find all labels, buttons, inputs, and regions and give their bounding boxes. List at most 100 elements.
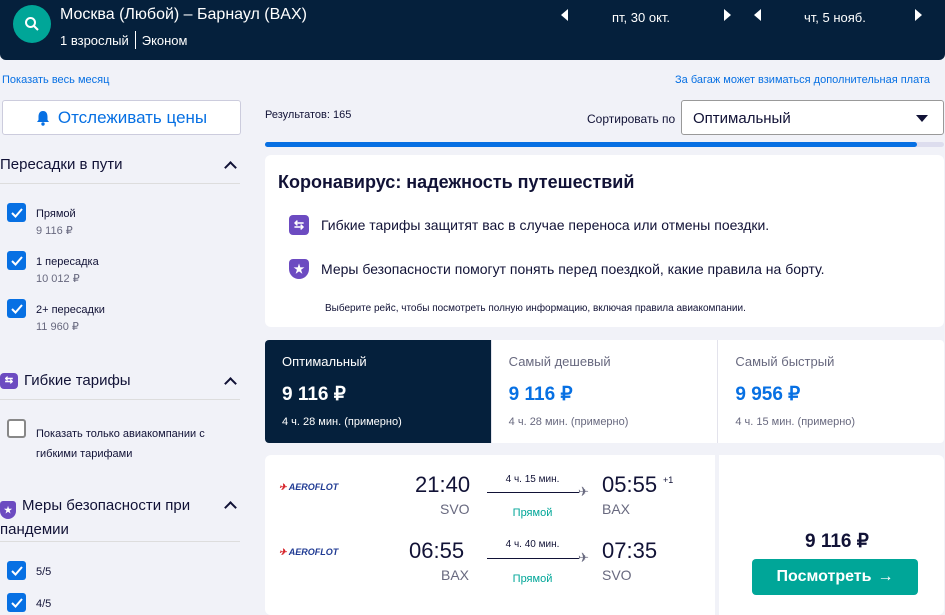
plane-icon: ✈ xyxy=(578,484,589,499)
stops-one-label: 1 пересадка xyxy=(36,256,99,268)
next-return-date-arrow-icon[interactable] xyxy=(915,9,922,21)
stops-two-plus-label: 2+ пересадки xyxy=(36,304,105,316)
sort-select[interactable]: Оптимальный xyxy=(681,100,944,135)
chevron-up-icon[interactable] xyxy=(224,161,237,174)
view-flight-label: Посмотреть xyxy=(776,568,872,585)
next-day-indicator: +1 xyxy=(663,475,674,485)
covid-note: Выберите рейс, чтобы посмотреть полную и… xyxy=(325,303,746,314)
flex-only-label: Показать только авиакомпании с гибкими т… xyxy=(36,428,205,460)
stops-one-checkbox[interactable] xyxy=(7,251,26,270)
tab-cheapest[interactable]: Самый дешевый 9 116 ₽ 4 ч. 28 мин. (прим… xyxy=(492,340,719,443)
flight-price: 9 116 ₽ xyxy=(805,531,869,552)
outbound-arr-time: 05:55 xyxy=(602,472,658,497)
progress-fill xyxy=(265,142,917,147)
covid-title: Коронавирус: надежность путешествий xyxy=(278,172,635,192)
flight-leg-line xyxy=(487,492,579,493)
sort-label: Сортировать по xyxy=(587,112,676,126)
stops-direct-price: 9 116 ₽ xyxy=(36,225,73,237)
airline-logo: ✈ AEROFLOT xyxy=(279,547,339,557)
outbound-arr-code: BAX xyxy=(602,501,631,517)
baggage-fee-link[interactable]: За багаж может взиматься дополнительная … xyxy=(675,74,930,86)
chevron-up-icon[interactable] xyxy=(224,377,237,390)
safety-filter-title[interactable]: ★ Меры безопасности при пандемии xyxy=(0,495,220,541)
passenger-cabin: 1 взрослый Эконом xyxy=(60,31,187,49)
tab-title: Самый дешевый xyxy=(508,354,611,369)
tab-price: 9 116 ₽ xyxy=(282,384,346,405)
divider xyxy=(0,541,240,542)
prev-depart-date-arrow-icon[interactable] xyxy=(561,9,568,21)
covid-safety-text: Меры безопасности помогут понять перед п… xyxy=(321,261,825,277)
plane-icon: ✈ xyxy=(578,550,589,565)
stops-one-price: 10 012 ₽ xyxy=(36,273,80,285)
sort-value: Оптимальный xyxy=(693,110,791,127)
flex-ticket-icon: ⇆ xyxy=(289,215,309,235)
depart-date[interactable]: пт, 30 окт. xyxy=(612,10,670,25)
inbound-dep-code: BAX xyxy=(441,567,470,583)
results-count: Результатов: 165 xyxy=(265,109,352,121)
next-depart-date-arrow-icon[interactable] xyxy=(724,9,731,21)
divider xyxy=(0,183,240,184)
divider xyxy=(134,31,136,49)
bell-icon xyxy=(36,110,49,126)
tab-best[interactable]: Оптимальный 9 116 ₽ 4 ч. 28 мин. (пример… xyxy=(265,340,492,443)
flight-result-card[interactable]: ✈ AEROFLOT 21:40 SVO 4 ч. 15 мин. ✈ Прям… xyxy=(265,455,715,615)
stops-direct-label: Прямой xyxy=(36,208,76,220)
cabin-text: Эконом xyxy=(141,32,188,48)
outbound-duration: 4 ч. 15 мин. xyxy=(505,474,560,485)
sort-tabs: Оптимальный 9 116 ₽ 4 ч. 28 мин. (пример… xyxy=(265,340,944,443)
tab-duration: 4 ч. 28 мин. (примерно) xyxy=(282,416,402,428)
flex-filter-title[interactable]: ⇆ Гибкие тарифы xyxy=(0,372,131,389)
safety-5-checkbox[interactable] xyxy=(7,561,26,580)
stops-two-plus-price: 11 960 ₽ xyxy=(36,321,79,333)
tab-price: 9 116 ₽ xyxy=(508,384,573,405)
route-title[interactable]: Москва (Любой) – Барнаул (BAX) xyxy=(60,6,307,24)
tab-title: Самый быстрый xyxy=(735,354,835,369)
inbound-arr-code: SVO xyxy=(602,567,632,583)
dropdown-caret-icon xyxy=(916,115,928,122)
loading-progress-bar xyxy=(265,142,944,147)
arrow-right-icon: → xyxy=(877,568,894,585)
inbound-stops: Прямой xyxy=(512,573,553,585)
airline-logo: ✈ AEROFLOT xyxy=(279,482,339,492)
outbound-dep-time: 21:40 xyxy=(415,472,471,497)
search-icon[interactable] xyxy=(13,5,51,43)
chevron-up-icon[interactable] xyxy=(224,501,237,514)
safety-filter-label: ★ Меры безопасности при пандемии xyxy=(0,497,191,538)
stops-filter-title[interactable]: Пересадки в пути xyxy=(0,156,123,173)
covid-safety-line: ★ Меры безопасности помогут понять перед… xyxy=(289,259,825,279)
safety-4-checkbox[interactable] xyxy=(7,593,26,612)
outbound-dep-code: SVO xyxy=(440,501,470,517)
stops-filter-label: Пересадки в пути xyxy=(0,156,123,173)
return-date[interactable]: чт, 5 нояб. xyxy=(804,10,866,25)
search-summary-bar[interactable]: Москва (Любой) – Барнаул (BAX) 1 взрослы… xyxy=(0,0,945,60)
outbound-stops: Прямой xyxy=(512,507,553,519)
inbound-dep-time: 06:55 xyxy=(409,538,465,563)
tab-fastest[interactable]: Самый быстрый 9 956 ₽ 4 ч. 15 мин. (прим… xyxy=(718,340,944,443)
track-prices-label: Отслеживать цены xyxy=(57,107,208,127)
shield-icon: ★ xyxy=(289,259,309,279)
flex-filter-label: Гибкие тарифы xyxy=(24,372,131,389)
safety-4-label: 4/5 xyxy=(36,598,52,610)
passengers-text: 1 взрослый xyxy=(60,32,129,48)
divider xyxy=(0,399,240,400)
covid-flex-line: ⇆ Гибкие тарифы защитят вас в случае пер… xyxy=(289,215,769,235)
view-flight-button[interactable]: Посмотреть → xyxy=(752,559,918,595)
tab-title: Оптимальный xyxy=(282,354,367,369)
tab-duration: 4 ч. 15 мин. (примерно) xyxy=(735,416,856,428)
shield-icon: ★ xyxy=(0,501,16,519)
safety-5-label: 5/5 xyxy=(36,566,52,578)
flex-only-checkbox[interactable] xyxy=(7,419,26,438)
show-month-link[interactable]: Показать весь месяц xyxy=(2,74,109,86)
prev-return-date-arrow-icon[interactable] xyxy=(754,9,761,21)
covid-info-panel: Коронавирус: надежность путешествий ⇆ Ги… xyxy=(265,155,944,327)
inbound-arr-time: 07:35 xyxy=(602,538,658,563)
covid-flex-text: Гибкие тарифы защитят вас в случае перен… xyxy=(321,217,770,233)
stops-direct-checkbox[interactable] xyxy=(7,203,26,222)
tab-price: 9 956 ₽ xyxy=(735,384,801,405)
flight-leg-line xyxy=(487,558,579,559)
stops-two-plus-checkbox[interactable] xyxy=(7,299,26,318)
track-prices-button[interactable]: Отслеживать цены xyxy=(2,100,241,135)
inbound-duration: 4 ч. 40 мин. xyxy=(505,539,560,550)
flight-price-panel: 9 116 ₽ Посмотреть → xyxy=(719,455,944,615)
tab-duration: 4 ч. 28 мин. (примерно) xyxy=(508,416,629,428)
